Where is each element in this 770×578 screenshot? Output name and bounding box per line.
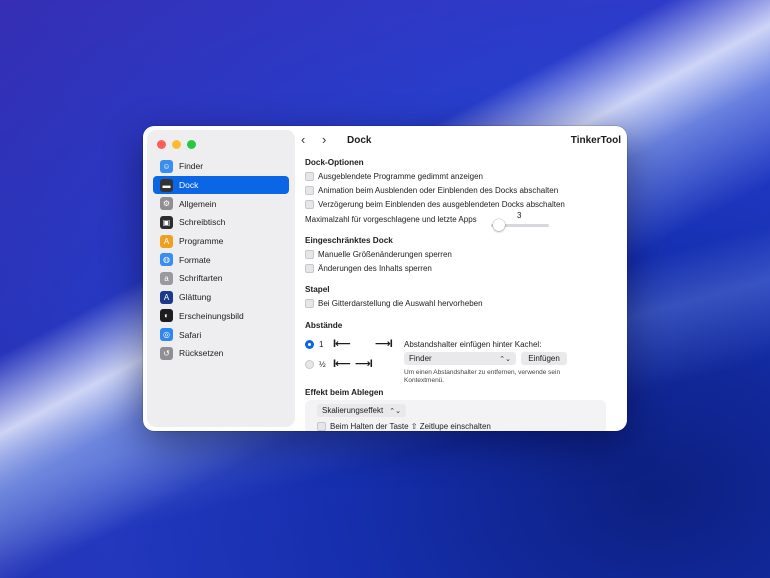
radio-button[interactable] xyxy=(305,340,314,349)
max-apps-value: 3 xyxy=(517,211,522,220)
sidebar-item-safari[interactable]: ◎ Safari xyxy=(153,325,289,344)
spacer-note: Um einen Abstandshalter zu entfernen, ve… xyxy=(404,369,561,384)
checkbox-lock-size[interactable]: Manuelle Größenänderungen sperren xyxy=(305,250,452,259)
checkbox-label: Animation beim Ausblenden oder Einblende… xyxy=(318,186,559,195)
checkbox-label: Änderungen des Inhalts sperren xyxy=(318,264,432,273)
tinkertool-window: ☺ Finder ▬ Dock ⚙ Allgemein ▣ Schreibtisch A Prog… xyxy=(143,126,627,431)
section-stacks: Stapel xyxy=(305,285,330,294)
sidebar-item-dock[interactable]: ▬ Dock xyxy=(153,175,289,195)
checkbox[interactable] xyxy=(305,172,314,181)
fonts-icon: a xyxy=(160,271,173,285)
checkbox[interactable] xyxy=(317,422,326,431)
section-restricted-dock: Eingeschränktes Dock xyxy=(305,236,393,245)
sidebar-item-label: Dock xyxy=(179,180,199,191)
checkbox-lock-contents[interactable]: Änderungen des Inhalts sperren xyxy=(305,264,432,273)
applications-icon: A xyxy=(160,234,173,248)
minimize-button[interactable] xyxy=(172,140,181,149)
arrow-left-icon: I⟵ xyxy=(333,338,351,350)
sidebar: ☺ Finder ▬ Dock ⚙ Allgemein ▣ Schreibtisch A Prog… xyxy=(147,130,295,427)
chevron-updown-icon: ⌃⌄ xyxy=(389,407,401,415)
sidebar-item-label: Programme xyxy=(179,236,224,247)
max-apps-label: Maximalzahl für vorgeschlagene und letzt… xyxy=(305,215,477,224)
smoothing-icon: A xyxy=(160,290,173,304)
zoom-button[interactable] xyxy=(187,140,196,149)
checkbox-label: Beim Halten der Taste ⇧ Zeitlupe einscha… xyxy=(330,422,491,431)
max-apps-slider-knob[interactable] xyxy=(493,219,505,231)
appearance-icon: ◐ xyxy=(160,309,173,323)
sidebar-item-label: Glättung xyxy=(179,292,212,303)
checkbox-label: Manuelle Größenänderungen sperren xyxy=(318,250,452,259)
chevron-updown-icon: ⌃⌄ xyxy=(499,355,511,363)
checkbox-highlight-grid[interactable]: Bei Gitterdarstellung die Auswahl hervor… xyxy=(305,299,483,308)
sidebar-list: ☺ Finder ▬ Dock ⚙ Allgemein ▣ Schreibtisch A Prog… xyxy=(153,157,289,363)
sidebar-item-label: Safari xyxy=(179,329,202,340)
dock-icon: ▬ xyxy=(160,178,173,192)
radio-label: ½ xyxy=(319,360,326,369)
sidebar-item-schreibtisch[interactable]: ▣ Schreibtisch xyxy=(153,213,289,232)
sidebar-item-rücksetzen[interactable]: ↺ Rücksetzen xyxy=(153,344,289,363)
app-name: TinkerTool xyxy=(570,135,621,146)
sidebar-item-allgemein[interactable]: ⚙ Allgemein xyxy=(153,194,289,213)
sidebar-item-schriftarten[interactable]: a Schriftarten xyxy=(153,269,289,288)
checkbox-label: Ausgeblendete Programme gedimmt anzeigen xyxy=(318,172,483,181)
desktop-icon: ▣ xyxy=(160,215,173,229)
arrow-right-icon: ⟶I xyxy=(355,358,373,370)
section-dock-options: Dock-Optionen xyxy=(305,158,364,167)
section-spacing: Abstände xyxy=(305,321,343,330)
safari-icon: ◎ xyxy=(160,328,173,342)
sidebar-item-programme[interactable]: A Programme xyxy=(153,232,289,251)
sidebar-item-label: Allgemein xyxy=(179,198,217,209)
sidebar-item-label: Formate xyxy=(179,254,211,265)
finder-icon: ☺ xyxy=(160,159,173,173)
checkbox[interactable] xyxy=(305,250,314,259)
traffic-lights xyxy=(157,140,196,149)
tile-popup-value: Finder xyxy=(409,354,432,363)
arrow-right-icon: ⟶I xyxy=(375,338,393,350)
page-title: Dock xyxy=(347,135,372,146)
sidebar-item-label: Finder xyxy=(179,161,204,172)
close-button[interactable] xyxy=(157,140,166,149)
checkbox-dim-hidden[interactable]: Ausgeblendete Programme gedimmt anzeigen xyxy=(305,172,483,181)
checkbox[interactable] xyxy=(305,186,314,195)
reset-icon: ↺ xyxy=(160,346,173,360)
forward-button[interactable]: › xyxy=(322,132,326,147)
checkbox[interactable] xyxy=(305,299,314,308)
checkbox[interactable] xyxy=(305,200,314,209)
sidebar-item-formate[interactable]: ◍ Formate xyxy=(153,250,289,269)
drop-effect-popup[interactable]: Skalierungseffekt ⌃⌄ xyxy=(317,404,406,417)
arrow-left-icon: I⟵ xyxy=(333,358,351,370)
checkbox-label: Bei Gitterdarstellung die Auswahl hervor… xyxy=(318,299,483,308)
sidebar-item-label: Erscheinungsbild xyxy=(179,310,244,321)
drop-effect-popup-value: Skalierungseffekt xyxy=(322,406,384,415)
sidebar-item-label: Schreibtisch xyxy=(179,217,226,228)
radio-button[interactable] xyxy=(305,360,314,369)
insert-button[interactable]: Einfügen xyxy=(521,352,567,365)
checkbox-slowmo[interactable]: Beim Halten der Taste ⇧ Zeitlupe einscha… xyxy=(317,422,491,431)
sidebar-item-finder[interactable]: ☺ Finder xyxy=(153,157,289,176)
toolbar: ‹ › Dock TinkerTool xyxy=(295,126,627,154)
tile-popup[interactable]: Finder ⌃⌄ xyxy=(404,352,516,365)
checkbox[interactable] xyxy=(305,264,314,273)
sidebar-item-label: Schriftarten xyxy=(179,273,223,284)
sidebar-item-glättung[interactable]: A Glättung xyxy=(153,288,289,307)
back-button[interactable]: ‹ xyxy=(301,132,305,147)
sidebar-item-erscheinungsbild[interactable]: ◐ Erscheinungsbild xyxy=(153,307,289,326)
radio-label: 1 xyxy=(319,340,324,349)
radio-spacing-half[interactable]: ½ xyxy=(305,360,326,369)
section-drop-effect: Effekt beim Ablegen xyxy=(305,388,384,397)
checkbox-disable-delay[interactable]: Verzögerung beim Einblenden des ausgeble… xyxy=(305,200,565,209)
checkbox-disable-animation[interactable]: Animation beim Ausblenden oder Einblende… xyxy=(305,186,558,195)
sidebar-item-label: Rücksetzen xyxy=(179,348,224,359)
radio-spacing-full[interactable]: 1 xyxy=(305,340,323,349)
insert-spacer-label: Abstandshalter einfügen hinter Kachel: xyxy=(404,340,542,349)
general-icon: ⚙ xyxy=(160,197,173,211)
globe-icon: ◍ xyxy=(160,253,173,267)
checkbox-label: Verzögerung beim Einblenden des ausgeble… xyxy=(318,200,565,209)
